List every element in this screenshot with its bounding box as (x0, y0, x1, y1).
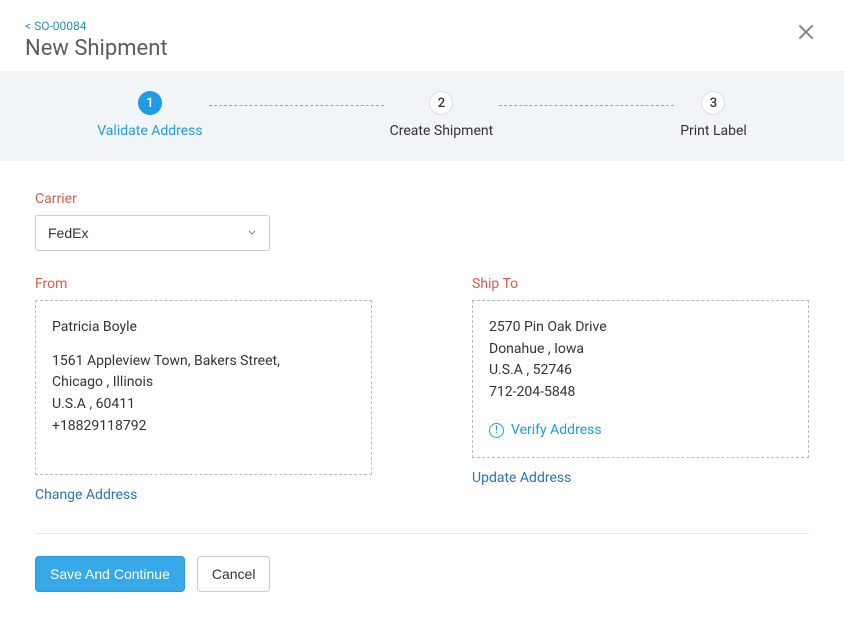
verify-address-link[interactable]: ! Verify Address (489, 420, 792, 442)
ship-to-address-box: 2570 Pin Oak Drive Donahue , Iowa U.S.A … (472, 300, 809, 458)
step-connector (209, 105, 384, 106)
carrier-label: Carrier (35, 191, 809, 207)
ship-to-address-line: Donahue , Iowa (489, 339, 792, 361)
divider (35, 533, 809, 534)
from-address-box: Patricia Boyle 1561 Appleview Town, Bake… (35, 300, 372, 475)
breadcrumb[interactable]: < SO-00084 (25, 19, 87, 33)
from-name: Patricia Boyle (52, 317, 355, 339)
ship-to-section: Ship To 2570 Pin Oak Drive Donahue , Iow… (472, 276, 809, 503)
step-label: Print Label (680, 123, 747, 139)
from-section: From Patricia Boyle 1561 Appleview Town,… (35, 276, 372, 503)
step-create-shipment[interactable]: 2 Create Shipment (390, 91, 494, 139)
from-address-line: U.S.A , 60411 (52, 394, 355, 416)
step-label: Validate Address (97, 123, 202, 139)
page-title: New Shipment (25, 36, 819, 61)
from-label: From (35, 276, 372, 292)
save-and-continue-button[interactable]: Save And Continue (35, 556, 185, 592)
content-area: Carrier FedEx From Patricia Boyle 1561 A… (0, 161, 844, 622)
carrier-select-wrap: FedEx (35, 215, 270, 251)
carrier-select[interactable]: FedEx (35, 215, 270, 251)
from-address-line: Chicago , Illinois (52, 372, 355, 394)
ship-to-phone: 712-204-5848 (489, 382, 792, 404)
close-icon[interactable] (796, 22, 816, 46)
ship-to-address-line: U.S.A , 52746 (489, 360, 792, 382)
ship-to-label: Ship To (472, 276, 809, 292)
footer-actions: Save And Continue Cancel (35, 556, 809, 622)
step-number: 1 (138, 91, 162, 115)
step-validate-address[interactable]: 1 Validate Address (97, 91, 202, 139)
step-label: Create Shipment (390, 123, 494, 139)
cancel-button[interactable]: Cancel (197, 556, 271, 592)
ship-to-address-line: 2570 Pin Oak Drive (489, 317, 792, 339)
alert-circle-icon: ! (489, 423, 504, 438)
change-address-link[interactable]: Change Address (35, 487, 137, 503)
step-print-label[interactable]: 3 Print Label (680, 91, 747, 139)
step-number: 3 (701, 91, 725, 115)
verify-address-text: Verify Address (511, 420, 602, 442)
page-header: < SO-00084 New Shipment (0, 0, 844, 71)
from-address-line: 1561 Appleview Town, Bakers Street, (52, 351, 355, 373)
step-connector (499, 105, 674, 106)
stepper: 1 Validate Address 2 Create Shipment 3 P… (0, 71, 844, 161)
from-phone: +18829118792 (52, 416, 355, 438)
step-number: 2 (429, 91, 453, 115)
update-address-link[interactable]: Update Address (472, 470, 571, 486)
